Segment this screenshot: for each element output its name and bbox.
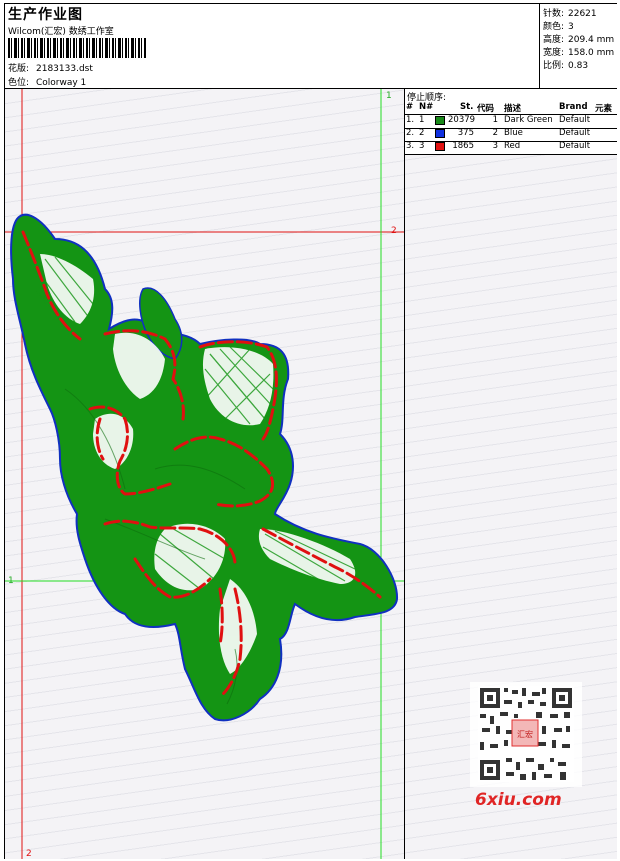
stat-value: 0.83 <box>568 61 589 71</box>
table-row[interactable]: 2. 2 375 2 Blue Default <box>405 128 617 142</box>
colorway-label: 色位: <box>8 78 30 88</box>
table-row[interactable]: 1. 1 20379 1 Dark Green Default <box>405 115 617 129</box>
row-brand: Default <box>559 128 591 138</box>
seal-text: 汇宏 <box>517 729 533 739</box>
row-n: 1 <box>419 115 425 125</box>
row-num: 2. <box>406 128 415 138</box>
row-code: 1 <box>492 115 498 125</box>
row-code: 2 <box>492 128 498 138</box>
row-desc: Blue <box>504 128 523 138</box>
stop-sequence-table: 停止顺序: # N# St. 代码 描述 Brand 元素 1. 1 20379… <box>405 89 617 155</box>
design-canvas[interactable]: 1 2 1 2 <box>5 89 405 859</box>
row-num: 3. <box>406 141 415 151</box>
colorway-value: Colorway 1 <box>36 78 87 88</box>
col-num: # <box>406 102 414 112</box>
stat-width: 宽度: 158.0 mm <box>543 45 614 58</box>
header-info: 生产作业图 Wilcom(汇宏) 数绣工作室 花版: 2183133.dst 色位… <box>5 4 540 89</box>
row-num: 1. <box>406 115 415 125</box>
row-code: 3 <box>492 141 498 151</box>
stat-label: 比例: <box>543 61 565 71</box>
guide-marker-top: 1 <box>386 91 392 101</box>
design-file-row: 花版: 2183133.dst <box>8 61 93 74</box>
stat-value: 158.0 mm <box>568 48 615 58</box>
row-n: 2 <box>419 128 425 138</box>
stat-label: 颜色: <box>543 22 565 32</box>
row-brand: Default <box>559 141 591 151</box>
table-row[interactable]: 3. 3 1865 3 Red Default <box>405 141 617 155</box>
embroidery-design <box>10 213 399 722</box>
design-value: 2183133.dst <box>36 64 93 74</box>
stat-value: 3 <box>568 22 574 32</box>
col-element: 元素 <box>595 104 613 114</box>
col-code: 代码 <box>477 104 495 114</box>
colorway-row: 色位: Colorway 1 <box>8 75 86 88</box>
guide-marker-right: 2 <box>391 226 397 236</box>
color-swatch <box>435 116 445 128</box>
row-brand: Default <box>559 115 591 125</box>
stat-height: 高度: 209.4 mm <box>543 32 614 45</box>
row-st: 1865 <box>452 141 474 151</box>
color-swatch <box>435 129 445 141</box>
stats-box: 针数: 22621 颜色: 3 高度: 209.4 mm 宽度: 158.0 mm 比例… <box>540 4 617 89</box>
col-st: St. <box>460 102 474 112</box>
swatch-fill <box>435 116 445 125</box>
swatch-fill <box>435 129 445 138</box>
site-logo: 6xiu.com <box>475 790 562 810</box>
stat-value: 209.4 mm <box>568 35 615 45</box>
guide-marker-bottom: 2 <box>26 849 32 859</box>
stat-label: 宽度: <box>543 48 565 58</box>
row-st: 20379 <box>448 115 476 125</box>
stat-label: 高度: <box>543 35 565 45</box>
row-st: 375 <box>457 128 474 138</box>
page-title: 生产作业图 <box>8 7 83 23</box>
stat-scale: 比例: 0.83 <box>543 58 588 71</box>
col-n: N# <box>419 102 434 112</box>
stat-label: 针数: <box>543 9 565 19</box>
design-label: 花版: <box>8 64 30 74</box>
row-n: 3 <box>419 141 425 151</box>
guide-marker-left: 1 <box>8 576 14 586</box>
qr-code-watermark: 汇宏 <box>470 682 582 787</box>
table-header: # N# St. 代码 描述 Brand 元素 <box>405 102 617 115</box>
col-desc: 描述 <box>504 104 522 114</box>
company-name: Wilcom(汇宏) 数绣工作室 <box>8 27 114 37</box>
stat-colors: 颜色: 3 <box>543 19 574 32</box>
row-desc: Dark Green <box>504 115 553 125</box>
row-desc: Red <box>504 141 521 151</box>
stat-value: 22621 <box>568 9 597 19</box>
col-brand: Brand <box>559 102 588 112</box>
embroidery-preview <box>5 89 404 859</box>
barcode <box>8 38 146 58</box>
stat-stitches: 针数: 22621 <box>543 6 597 19</box>
color-swatch <box>435 142 445 154</box>
swatch-fill <box>435 142 445 151</box>
